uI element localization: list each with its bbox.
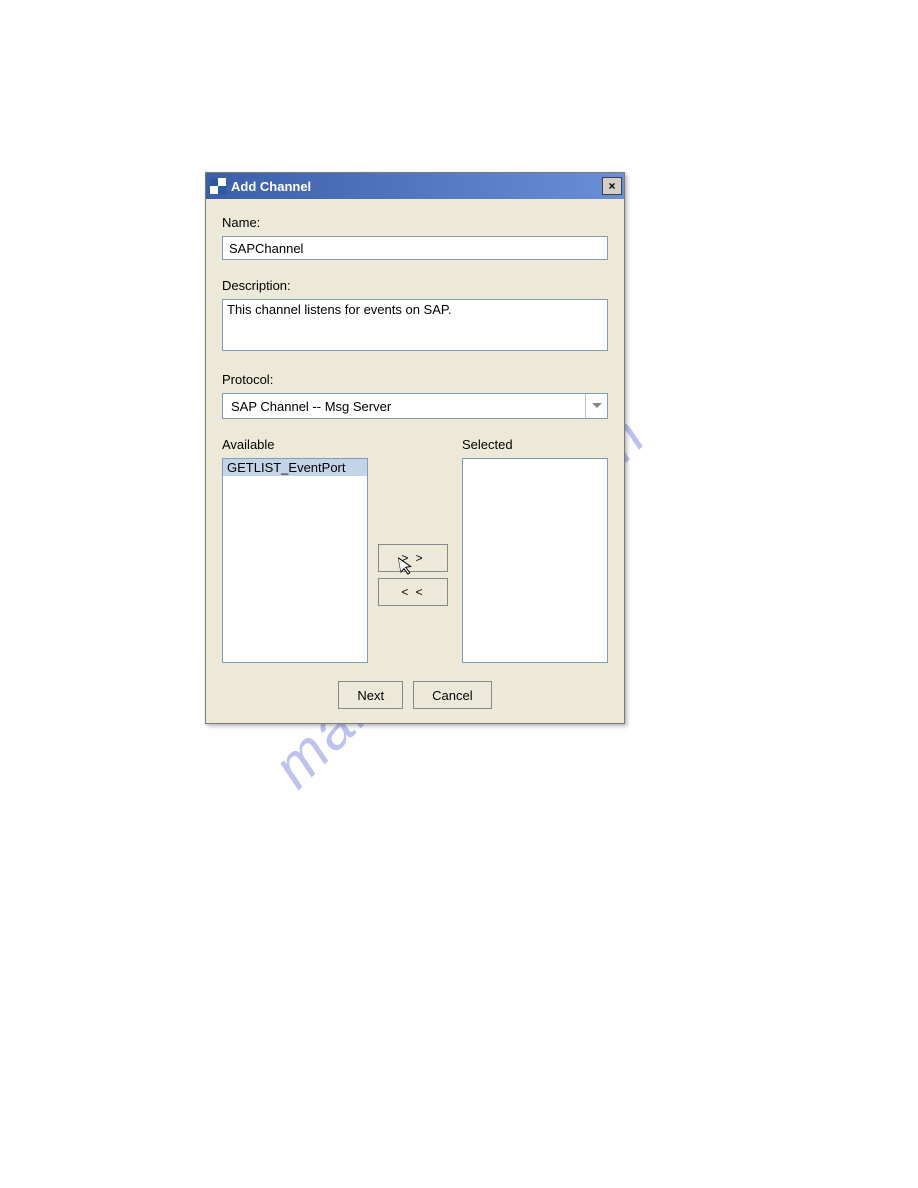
dialog-title: Add Channel: [231, 179, 311, 194]
available-label: Available: [222, 437, 368, 452]
protocol-value: SAP Channel -- Msg Server: [231, 399, 391, 414]
add-to-selected-button[interactable]: > >: [378, 544, 448, 572]
selected-label: Selected: [462, 437, 608, 452]
add-channel-dialog: Add Channel × Name: Description: Protoco…: [205, 172, 625, 724]
protocol-section: Protocol: SAP Channel -- Msg Server: [222, 372, 608, 419]
app-icon: [210, 178, 226, 194]
list-item[interactable]: GETLIST_EventPort: [223, 459, 367, 476]
protocol-label: Protocol:: [222, 372, 608, 387]
lists-row: Available GETLIST_EventPort > > < < Sele…: [222, 437, 608, 663]
available-listbox[interactable]: GETLIST_EventPort: [222, 458, 368, 663]
description-section: Description:: [222, 278, 608, 354]
description-label: Description:: [222, 278, 608, 293]
transfer-buttons: > > < <: [378, 437, 448, 663]
description-input[interactable]: [222, 299, 608, 351]
available-column: Available GETLIST_EventPort: [222, 437, 368, 663]
remove-from-selected-button[interactable]: < <: [378, 578, 448, 606]
name-label: Name:: [222, 215, 608, 230]
chevron-down-icon: [585, 394, 607, 418]
close-icon: ×: [608, 179, 615, 193]
name-input[interactable]: [222, 236, 608, 260]
cancel-button[interactable]: Cancel: [413, 681, 491, 709]
selected-listbox[interactable]: [462, 458, 608, 663]
titlebar-left: Add Channel: [210, 178, 311, 194]
button-row: Next Cancel: [222, 681, 608, 709]
titlebar: Add Channel ×: [206, 173, 624, 199]
name-section: Name:: [222, 215, 608, 260]
selected-column: Selected: [462, 437, 608, 663]
protocol-dropdown[interactable]: SAP Channel -- Msg Server: [222, 393, 608, 419]
close-button[interactable]: ×: [602, 177, 622, 195]
next-button[interactable]: Next: [338, 681, 403, 709]
dialog-body: Name: Description: Protocol: SAP Channel…: [206, 199, 624, 723]
